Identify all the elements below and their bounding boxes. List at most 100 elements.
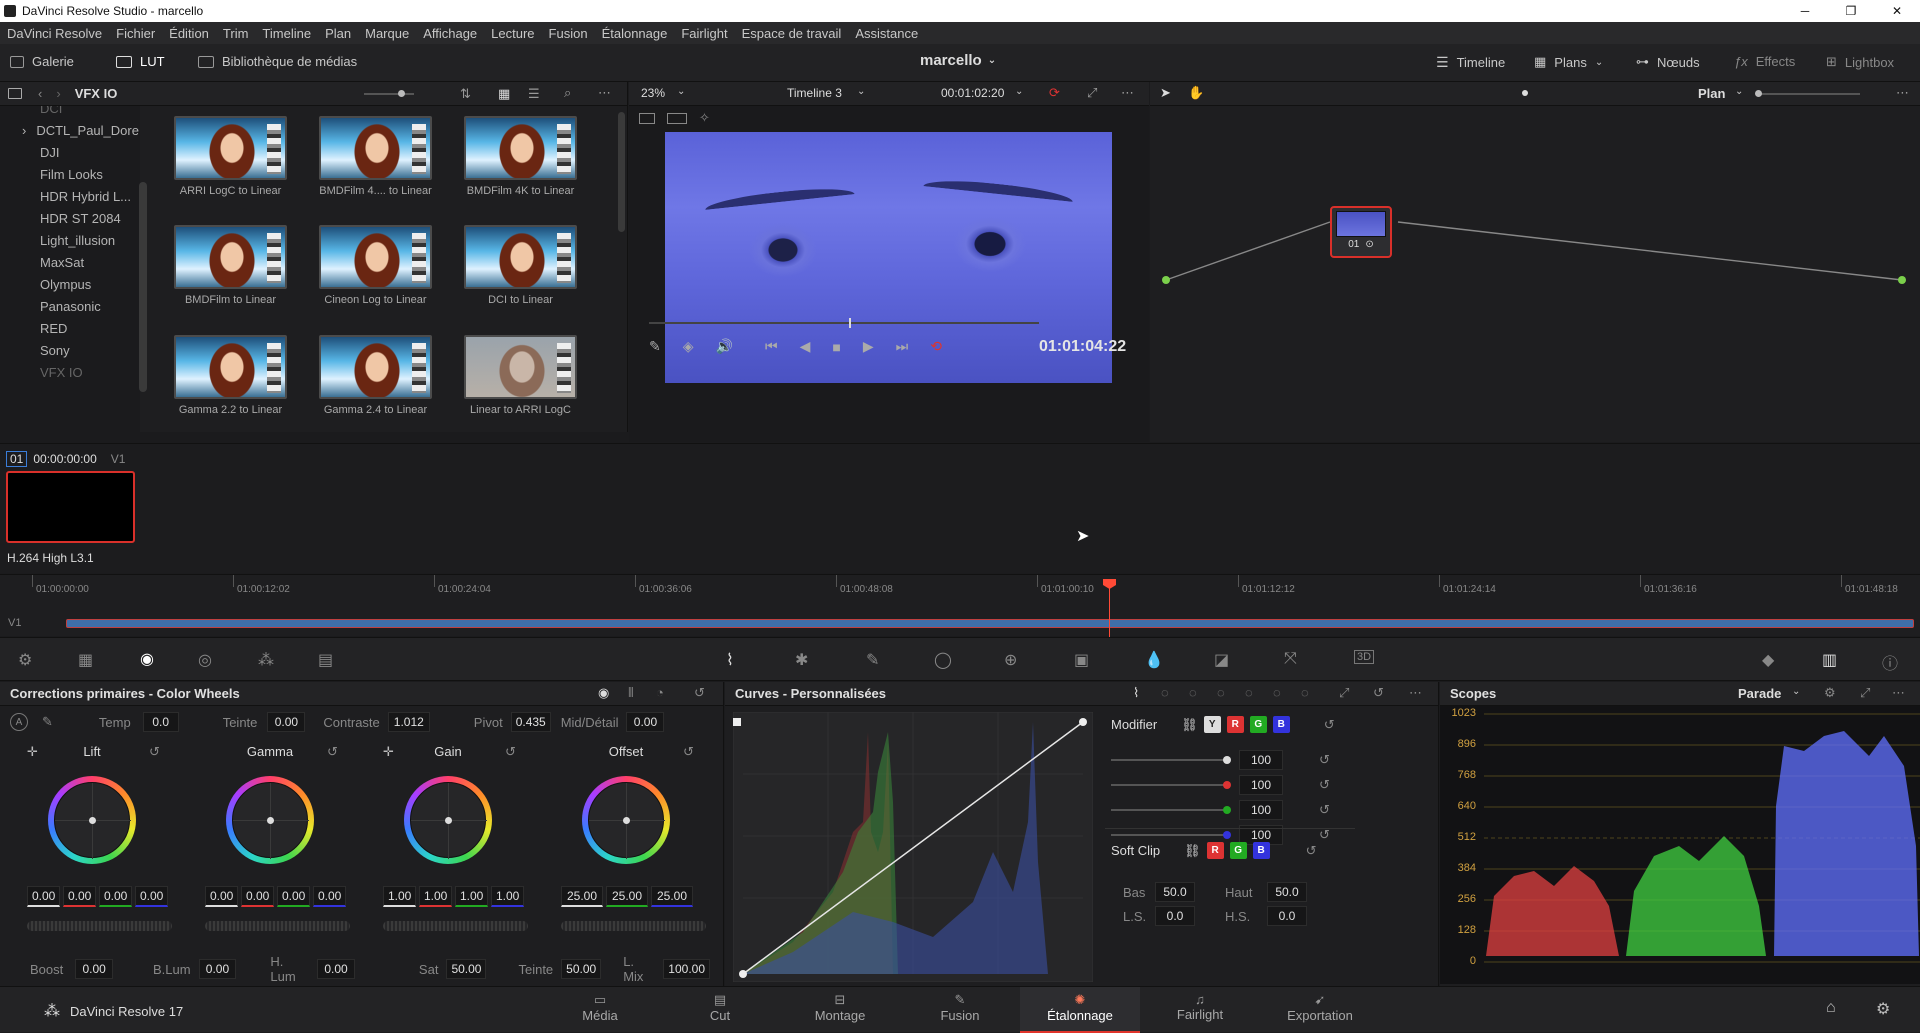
refresh-icon[interactable]: ⟳ — [1049, 85, 1060, 101]
more-options-icon[interactable]: ⋯ — [1409, 685, 1422, 701]
page-tab-1[interactable]: ▤ Cut — [660, 987, 780, 1033]
key-icon[interactable]: ◪ — [1214, 650, 1229, 670]
wheel-value-field[interactable]: 1.00 — [383, 886, 416, 907]
lut-item[interactable]: Gamma 2.4 to Linear — [303, 334, 448, 426]
lut-button[interactable]: LUT — [116, 54, 165, 69]
intensity-field[interactable]: 100 — [1239, 800, 1283, 820]
sidebar-toggle-icon[interactable] — [8, 88, 22, 99]
folder-scrollbar[interactable] — [139, 182, 147, 392]
intensity-slider[interactable] — [1111, 831, 1231, 839]
menu-item-1[interactable]: Fichier — [109, 26, 162, 41]
color-wheels-icon[interactable]: ◉ — [140, 649, 154, 669]
color-match-icon[interactable]: ▦ — [78, 650, 93, 670]
page-tab-4[interactable]: ✺ Étalonnage — [1020, 987, 1140, 1033]
play-reverse-icon[interactable]: ◀ — [800, 338, 811, 355]
page-tab-5[interactable]: ♫ Fairlight — [1140, 987, 1260, 1033]
forward-arrow-icon[interactable]: › — [56, 86, 60, 101]
gallery-button[interactable]: Galerie — [10, 54, 74, 69]
media-pool-button[interactable]: Bibliothèque de médias — [198, 54, 357, 69]
curves-icon[interactable]: ⌇ — [726, 650, 734, 670]
color-wheel-control[interactable] — [226, 776, 314, 864]
scope-settings-icon[interactable]: ⚙ — [1824, 685, 1836, 701]
menu-item-7[interactable]: Affichage — [416, 26, 484, 41]
lut-item[interactable]: BMDFilm to Linear — [158, 225, 303, 316]
log-mode-icon[interactable]: ◔ — [656, 685, 664, 700]
home-icon[interactable]: ⌂ — [1826, 999, 1836, 1017]
scopes-icon[interactable]: ▥ — [1822, 650, 1837, 670]
expand-icon[interactable]: ⤢ — [1860, 685, 1870, 701]
intensity-slider[interactable] — [1111, 781, 1231, 789]
slider-handle[interactable] — [1223, 806, 1231, 814]
wheel-value-field[interactable]: 0.00 — [27, 886, 60, 907]
folder-item[interactable]: HDR Hybrid L... — [0, 186, 140, 208]
reset-icon[interactable]: ↺ — [1373, 685, 1384, 701]
hue-vs-lum-icon[interactable]: ◌ — [1217, 685, 1225, 700]
project-name[interactable]: marcello ⌄ — [920, 52, 996, 69]
zoom-slider-dot[interactable] — [1522, 90, 1528, 96]
reset-icon[interactable]: ↺ — [694, 685, 705, 701]
channel-y-button[interactable]: Y — [1203, 716, 1221, 733]
sat-vs-lum-icon[interactable]: ◌ — [1301, 685, 1309, 700]
low-soft-field[interactable]: 0.0 — [1155, 906, 1195, 926]
maximize-button[interactable]: ❐ — [1828, 4, 1874, 18]
wheel-value-field[interactable]: 25.00 — [561, 886, 603, 907]
folder-item[interactable]: HDR ST 2084 — [0, 208, 140, 230]
window-icon[interactable]: ◯ — [934, 650, 952, 670]
channel-r-button[interactable]: R — [1226, 716, 1244, 733]
bars-mode-icon[interactable]: ⦀ — [628, 685, 634, 701]
effects-toggle[interactable]: ƒx Effects — [1734, 54, 1795, 69]
folder-item[interactable]: Film Looks — [0, 164, 140, 186]
softclip-g-button[interactable]: G — [1229, 842, 1247, 859]
sizing-icon[interactable]: ⤧ — [1284, 650, 1297, 668]
menu-item-13[interactable]: Assistance — [848, 26, 925, 41]
expand-icon[interactable]: ⤢ — [1339, 685, 1349, 701]
intensity-slider[interactable] — [1111, 806, 1231, 814]
lut-item[interactable]: Gamma 2.2 to Linear — [158, 334, 303, 426]
hand-tool-icon[interactable]: ✋ — [1188, 85, 1204, 101]
page-tab-2[interactable]: ⊟ Montage — [780, 987, 900, 1033]
lut-scrollbar[interactable] — [618, 112, 625, 232]
wheel-value-field[interactable]: 0.00 — [241, 886, 274, 907]
playhead[interactable] — [1109, 581, 1110, 637]
folder-item[interactable]: Olympus — [0, 274, 140, 296]
wheel-value-field[interactable]: 0.00 — [135, 886, 168, 907]
hdr-wheels-icon[interactable]: ◎ — [198, 650, 212, 670]
loop-icon[interactable]: ⟲ — [930, 338, 942, 355]
menu-item-2[interactable]: Édition — [162, 26, 216, 41]
tracker-icon[interactable]: ⊕ — [1004, 650, 1017, 670]
more-options-icon[interactable]: ⋯ — [1121, 85, 1134, 101]
info-icon[interactable]: ⓘ — [1882, 650, 1898, 674]
play-icon[interactable]: ▶ — [863, 338, 874, 355]
menu-item-8[interactable]: Lecture — [484, 26, 541, 41]
wheel-value-field[interactable]: 0.00 — [99, 886, 132, 907]
page-tab-3[interactable]: ✎ Fusion — [900, 987, 1020, 1033]
channel-b-button[interactable]: B — [1272, 716, 1290, 733]
reset-icon[interactable]: ↺ — [1306, 843, 1317, 859]
hue-vs-sat-icon[interactable]: ◌ — [1189, 685, 1197, 700]
mid-detail-field[interactable]: 0.00 — [626, 712, 665, 732]
wheel-value-field[interactable]: 1.00 — [419, 886, 452, 907]
intensity-slider[interactable] — [1111, 756, 1231, 764]
fullscreen-icon[interactable]: ⤢ — [1087, 85, 1097, 101]
folder-item[interactable]: Light_illusion — [0, 230, 140, 252]
settings-gear-icon[interactable]: ⚙ — [1876, 999, 1890, 1019]
wheel-value-field[interactable]: 25.00 — [651, 886, 693, 907]
qualifier-icon[interactable]: ✎ — [866, 650, 879, 670]
link-icon[interactable]: ⛓ — [1181, 717, 1198, 733]
more-options-icon[interactable]: ⋯ — [1896, 85, 1909, 101]
hue-field[interactable]: 50.00 — [561, 959, 602, 979]
more-options-icon[interactable]: ⋯ — [1892, 685, 1905, 701]
grid-view-icon[interactable]: ▦ — [498, 86, 510, 102]
master-wheel-slider[interactable] — [205, 921, 350, 931]
contrast-field[interactable]: 1.012 — [387, 712, 430, 732]
list-view-icon[interactable]: ☰ — [528, 86, 540, 102]
reset-icon[interactable]: ↺ — [327, 744, 338, 760]
menu-item-5[interactable]: Plan — [318, 26, 358, 41]
reset-icon[interactable]: ↺ — [1324, 717, 1335, 733]
3d-icon[interactable]: 3D — [1354, 650, 1375, 664]
low-field[interactable]: 50.0 — [1155, 882, 1195, 902]
color-picker-icon[interactable]: ✎ — [649, 338, 661, 355]
lum-mix-field[interactable]: 100.00 — [663, 959, 710, 979]
menu-item-3[interactable]: Trim — [216, 26, 256, 41]
link-icon[interactable]: ⛓ — [1184, 843, 1201, 859]
